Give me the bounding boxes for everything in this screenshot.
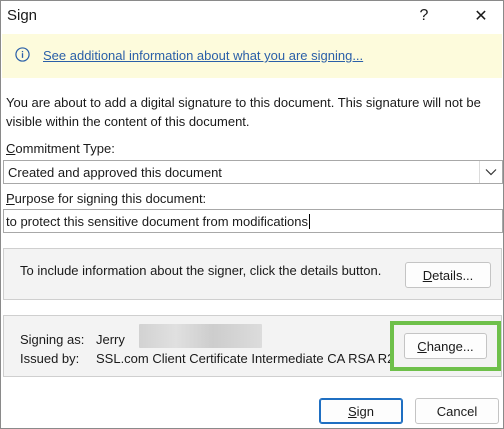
text-caret (309, 214, 311, 229)
cancel-button[interactable]: Cancel (415, 398, 499, 424)
info-bar: See additional information about what yo… (2, 34, 502, 78)
title-bar: Sign ? ✕ (1, 1, 503, 32)
issued-by-value: SSL.com Client Certificate Intermediate … (96, 351, 395, 366)
window-title: Sign (7, 7, 38, 24)
details-button[interactable]: Details... (405, 262, 491, 288)
purpose-label: Purpose for signing this document: (6, 191, 207, 206)
commitment-type-value: Created and approved this document (8, 165, 222, 180)
commitment-type-select[interactable]: Created and approved this document (3, 160, 503, 184)
close-button[interactable]: ✕ (466, 3, 496, 29)
signer-identity-group: Signing as: Jerry Issued by: SSL.com Cli… (3, 315, 502, 377)
sign-dialog: Sign ? ✕ See additional information abou… (0, 0, 504, 429)
additional-info-link[interactable]: See additional information about what yo… (43, 48, 363, 63)
change-button[interactable]: Change... (404, 333, 487, 359)
redacted-name-block (139, 324, 262, 348)
signing-as-label: Signing as: (20, 332, 85, 347)
commitment-type-label: Commitment Type: (6, 141, 115, 156)
chevron-down-icon[interactable] (479, 161, 502, 183)
description-text: You are about to add a digital signature… (6, 95, 481, 129)
signing-as-name: Jerry (96, 332, 125, 347)
details-instruction-text: To include information about the signer,… (20, 263, 382, 278)
purpose-value: to protect this sensitive document from … (6, 214, 309, 229)
change-button-highlight: Change... (390, 321, 501, 371)
sign-button[interactable]: Sign (319, 398, 403, 424)
info-icon (15, 47, 30, 62)
help-button[interactable]: ? (409, 3, 439, 29)
issued-by-label: Issued by: (20, 351, 80, 366)
purpose-input[interactable]: to protect this sensitive document from … (3, 209, 503, 233)
signer-details-group: To include information about the signer,… (3, 248, 502, 300)
